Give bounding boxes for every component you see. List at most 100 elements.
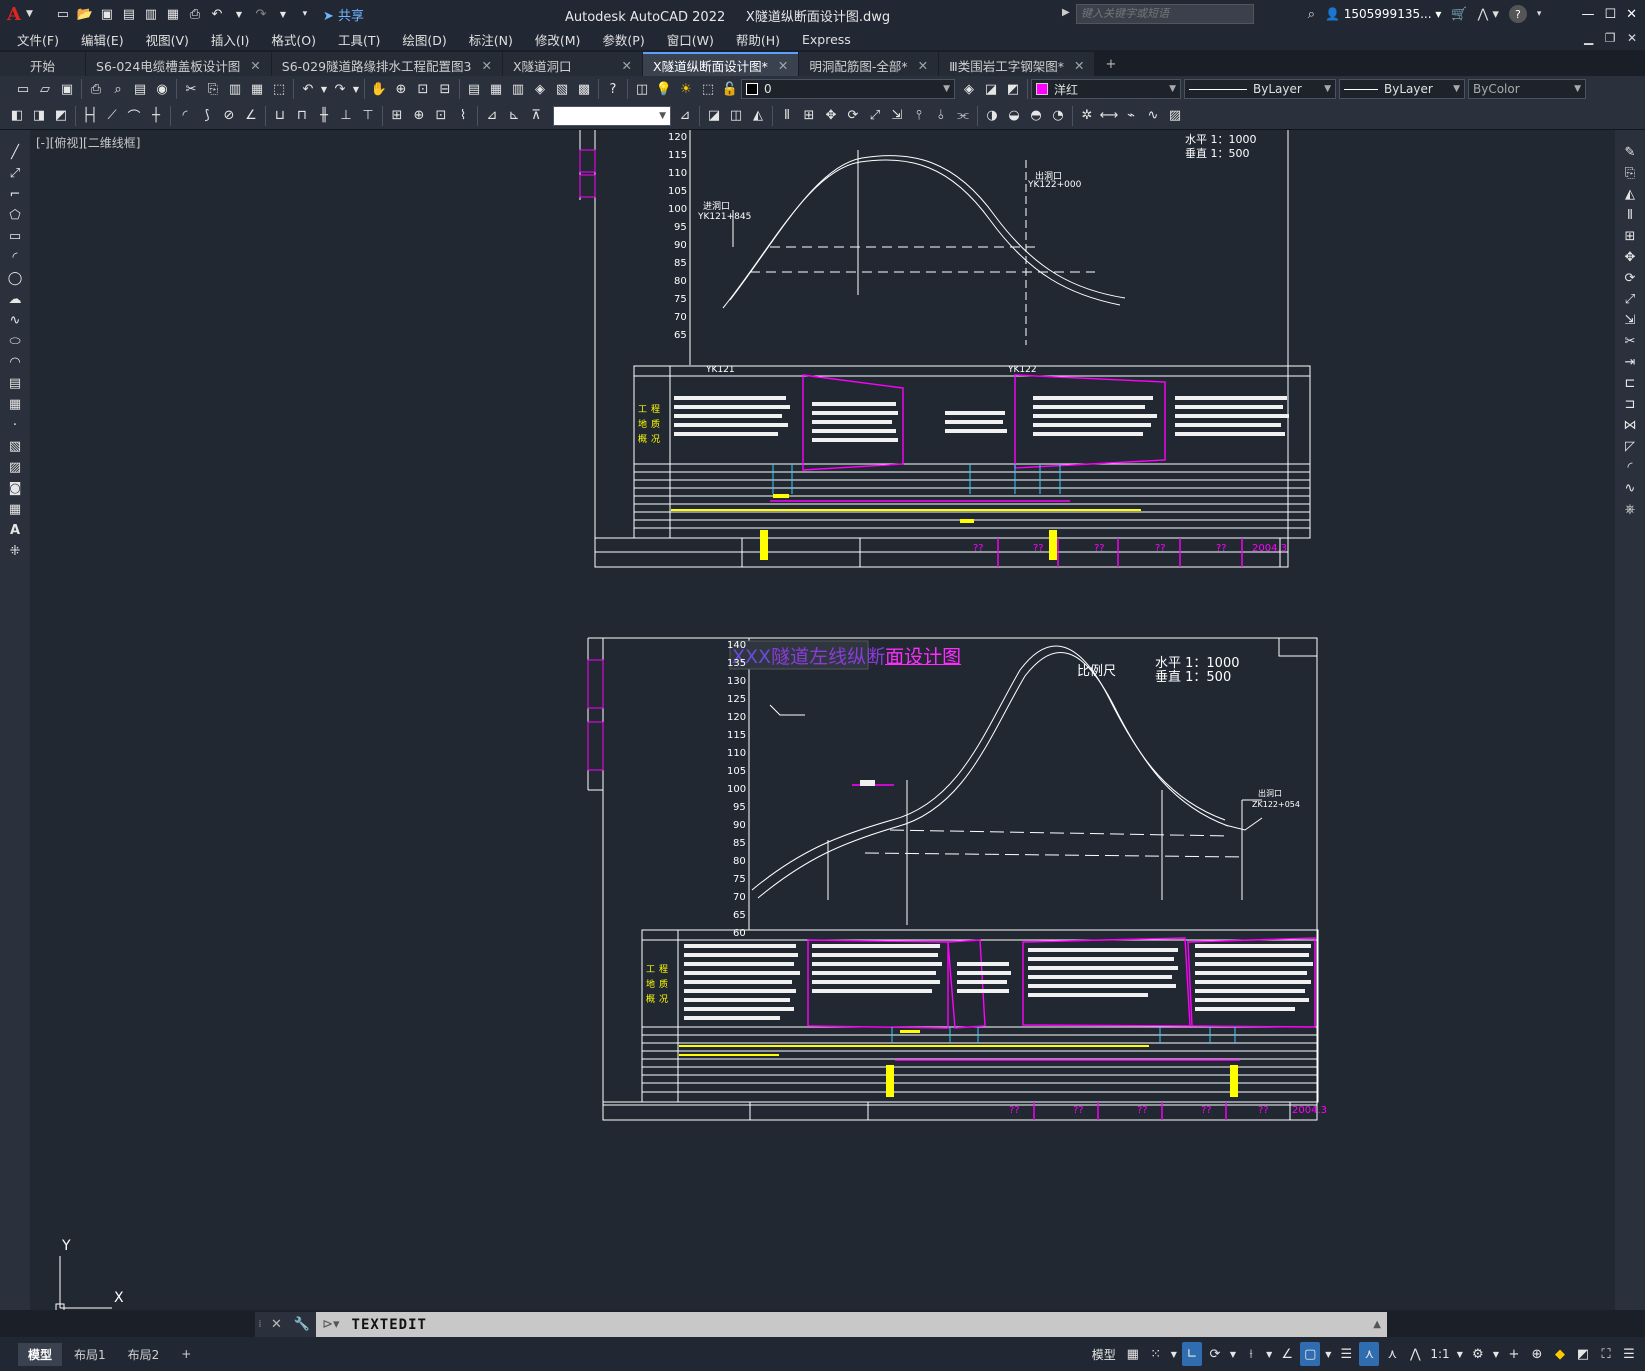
blend-curves-icon[interactable]: ∿ (1615, 478, 1645, 499)
lengthen-icon[interactable]: ⟷ (1098, 105, 1120, 127)
aligned-dim-icon[interactable]: ⟋ (101, 105, 123, 127)
break-icon[interactable]: ⫘ (952, 105, 974, 127)
menu-modify[interactable]: 修改(M) (524, 30, 592, 49)
trim-icon[interactable]: ✂ (1615, 331, 1645, 352)
scale-icon[interactable]: ⤢ (1615, 289, 1645, 310)
tab-open-cut[interactable]: 明洞配筋图-全部* ✕ (799, 52, 939, 76)
dim-update-icon[interactable]: ⊼ (525, 105, 547, 127)
match-properties-icon[interactable]: ▦ (246, 78, 268, 100)
close-tab-icon[interactable]: ✕ (918, 58, 928, 73)
fillet-icon[interactable]: ◜ (1615, 457, 1645, 478)
make-block-icon[interactable]: ▦ (0, 394, 30, 415)
sheet-2-title[interactable]: XXX隧道左线纵断面设计图 (732, 642, 961, 669)
circle-icon[interactable]: ◯ (0, 268, 30, 289)
rectangle-icon[interactable]: ▭ (0, 226, 30, 247)
center-mark-icon[interactable]: ⊕ (408, 105, 430, 127)
open-file-icon[interactable]: 📂 (75, 4, 95, 24)
ortho-icon[interactable]: ∟ (1181, 1342, 1202, 1366)
insert-block-icon[interactable]: ▤ (0, 373, 30, 394)
redo-dropdown-icon[interactable]: ▼ (351, 78, 361, 100)
style-manager-icon[interactable]: ◩ (50, 105, 72, 127)
command-history-up-icon[interactable]: ▲ (1373, 1319, 1381, 1330)
erase-icon[interactable]: ◪ (703, 105, 725, 127)
sheet-set-icon[interactable]: ◈ (529, 78, 551, 100)
layer-on-icon[interactable]: 💡 (653, 78, 675, 100)
menu-insert[interactable]: 插入(I) (200, 30, 260, 49)
workspace-gear-icon[interactable]: ⚙ (1468, 1342, 1488, 1366)
save-icon[interactable]: ▣ (97, 4, 117, 24)
array-icon[interactable]: ⊞ (1615, 226, 1645, 247)
rotate-icon[interactable]: ⟳ (1615, 268, 1645, 289)
region-icon[interactable]: ◙ (0, 478, 30, 499)
extend-icon[interactable]: ⇥ (1615, 352, 1645, 373)
user-account[interactable]: 👤 1505999135... ▾ (1325, 7, 1441, 21)
open-web-icon[interactable]: ▥ (141, 4, 161, 24)
customize-wrench-icon[interactable]: 🔧 (287, 1312, 317, 1337)
dim-text-edit-icon[interactable]: ⊾ (503, 105, 525, 127)
edit-hatch-icon[interactable]: ▨ (1164, 105, 1186, 127)
share-button[interactable]: ➤ 共享 (323, 5, 364, 24)
join-icon[interactable]: ⋈ (1615, 415, 1645, 436)
hatch-icon[interactable]: ▧ (0, 436, 30, 457)
help-dropdown-icon[interactable]: ▾ (1537, 9, 1542, 19)
drawing-canvas[interactable]: [-][俯视][二维线框] 水平 1：1000 垂直 1：500 120 115… (30, 130, 1615, 1310)
rotate-icon[interactable]: ⟳ (842, 105, 864, 127)
save-icon[interactable]: ▣ (56, 78, 78, 100)
close-tab-icon[interactable]: ✕ (778, 58, 788, 73)
layout-tab-2[interactable]: 布局2 (118, 1343, 170, 1366)
menu-draw[interactable]: 绘图(D) (391, 30, 457, 49)
dim-override-icon[interactable]: ⊿ (674, 105, 696, 127)
break-at-point-icon[interactable]: ⊏ (1615, 373, 1645, 394)
copy-icon[interactable]: ⎘ (202, 78, 224, 100)
redo-dropdown-icon[interactable]: ▼ (273, 4, 293, 24)
close-command-line-icon[interactable]: ✕ (265, 1312, 288, 1337)
search-input[interactable] (1076, 4, 1254, 24)
new-tab-icon[interactable]: + (1095, 52, 1126, 76)
redo-icon[interactable]: ↷ (329, 78, 351, 100)
undo-dropdown-icon[interactable]: ▼ (229, 4, 249, 24)
explode-icon[interactable]: ✲ (1076, 105, 1098, 127)
trim-icon[interactable]: ⫯ (908, 105, 930, 127)
undo-dropdown-icon[interactable]: ▼ (319, 78, 329, 100)
menu-parametric[interactable]: 参数(P) (591, 30, 655, 49)
grid-icon[interactable]: ▦ (1123, 1342, 1143, 1366)
jogged-linear-icon[interactable]: ⌇ (452, 105, 474, 127)
tab-tunnel-portal[interactable]: X隧道洞口 ✕ (502, 52, 643, 76)
linear-dim-icon[interactable]: ├┤ (79, 105, 101, 127)
polyline-icon[interactable]: ⌐ (0, 184, 30, 205)
zoom-previous-icon[interactable]: ⊟ (434, 78, 456, 100)
polar-dropdown-icon[interactable]: ▼ (1228, 1342, 1238, 1366)
autodesk-app-icon[interactable]: ⋀ ▾ (1478, 7, 1499, 22)
tab-drainage[interactable]: S6-029隧道路缘排水工程配置图3 ✕ (271, 52, 502, 76)
stretch-icon[interactable]: ⇲ (1615, 310, 1645, 331)
layout-tab-1[interactable]: 布局1 (64, 1343, 116, 1366)
layer-previous-icon[interactable]: ◪ (980, 78, 1002, 100)
radius-dim-icon[interactable]: ◜ (174, 105, 196, 127)
ellipse-icon[interactable]: ⬭ (0, 331, 30, 352)
stretch-icon[interactable]: ⇲ (886, 105, 908, 127)
close-tab-icon[interactable]: ✕ (250, 58, 260, 73)
layer-state-icon[interactable]: ◩ (1002, 78, 1024, 100)
offset-icon[interactable]: ⫴ (776, 105, 798, 127)
auto-scale-icon[interactable]: ⋏ (1382, 1342, 1402, 1366)
open-icon[interactable]: ▱ (34, 78, 56, 100)
workspace-icon[interactable]: ◧ (6, 105, 28, 127)
cut-icon[interactable]: ✂ (180, 78, 202, 100)
join-icon[interactable]: ◑ (981, 105, 1003, 127)
paste-icon[interactable]: ▥ (224, 78, 246, 100)
plot-icon[interactable]: ⎙ (85, 78, 107, 100)
ellipse-arc-icon[interactable]: ◠ (0, 352, 30, 373)
menu-format[interactable]: 格式(O) (260, 30, 327, 49)
annotation-monitor-icon[interactable]: + (1504, 1342, 1524, 1366)
dim-edit-icon[interactable]: ⊿ (481, 105, 503, 127)
command-history-icon[interactable]: ⊳▾ (316, 1317, 345, 1332)
redo-icon[interactable]: ↷ (251, 4, 271, 24)
layout-tab-model[interactable]: 模型 (18, 1342, 63, 1366)
tool-palettes-icon[interactable]: ▥ (507, 78, 529, 100)
add-layout-icon[interactable]: + (171, 1344, 201, 1364)
undo-icon[interactable]: ↶ (207, 4, 227, 24)
annotation-scale-value[interactable]: 1:1 (1428, 1342, 1451, 1366)
linetype-dropdown[interactable]: ByLayer ▼ (1184, 79, 1336, 99)
explode-icon[interactable]: ⎈ (1615, 499, 1645, 520)
doc-restore-icon[interactable]: ❐ (1605, 31, 1616, 45)
